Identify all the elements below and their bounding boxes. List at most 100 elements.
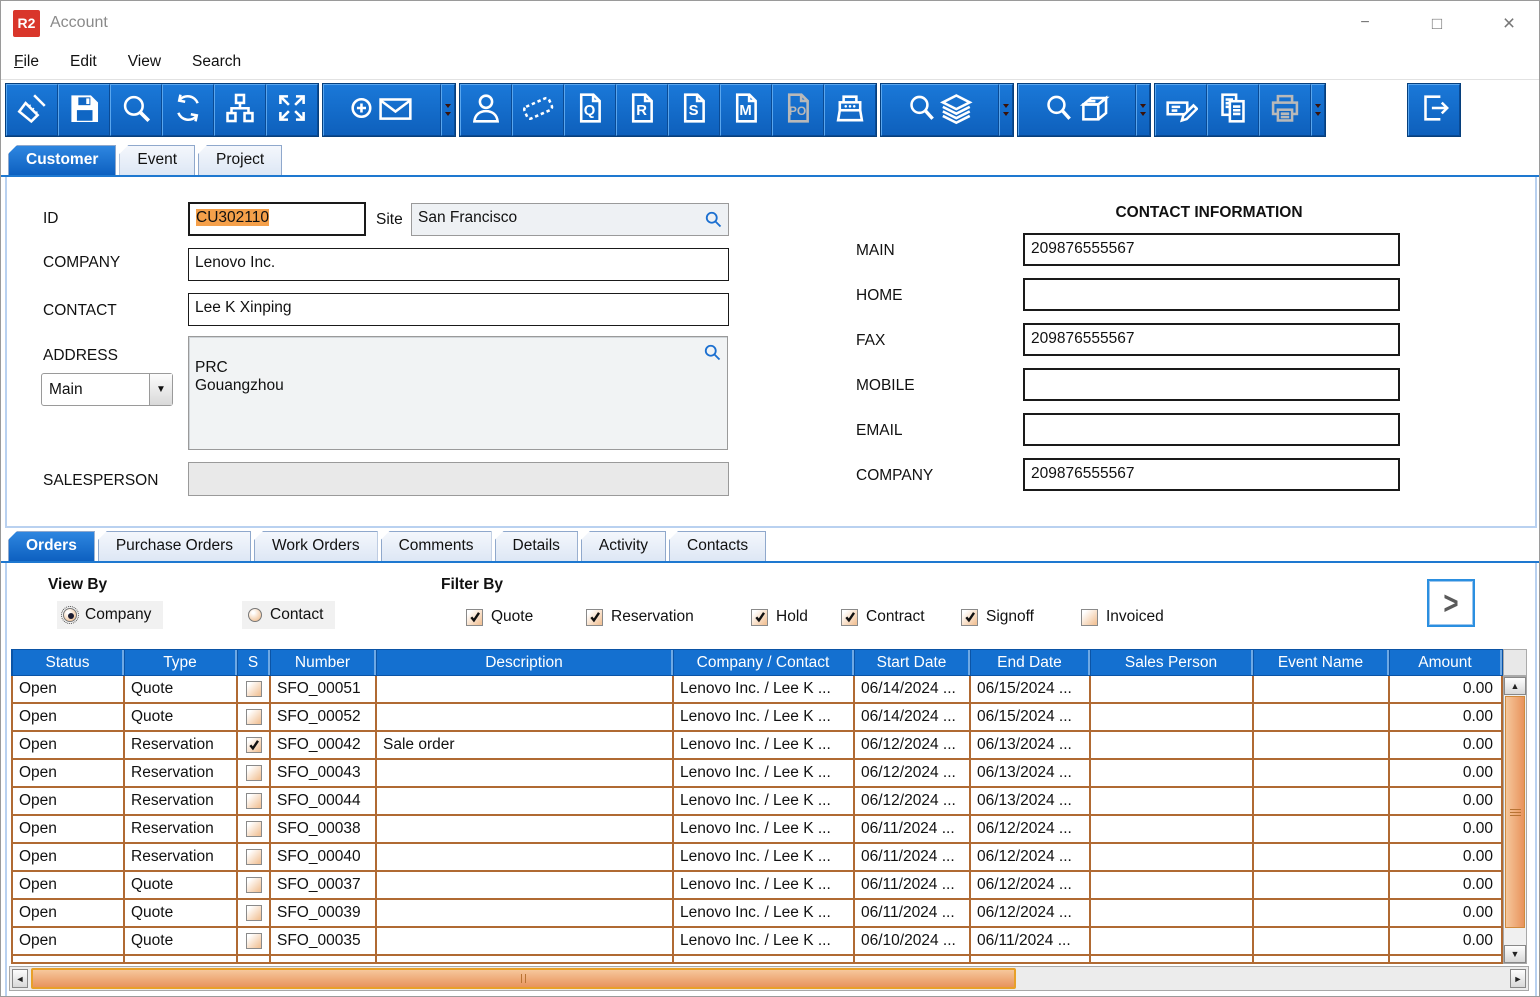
tab-event[interactable]: Event: [119, 145, 195, 175]
clean-button[interactable]: [6, 84, 58, 136]
subtab-details[interactable]: Details: [494, 531, 578, 561]
contact-input[interactable]: Lee K Xinping: [188, 293, 729, 326]
column-header-amount[interactable]: Amount: [1389, 650, 1502, 675]
menu-edit[interactable]: Edit: [70, 53, 97, 71]
company-input[interactable]: Lenovo Inc.: [188, 248, 729, 281]
scroll-left-button[interactable]: ◄: [12, 969, 28, 988]
mobile-input[interactable]: [1023, 368, 1400, 401]
fax-input[interactable]: 209876555567: [1023, 323, 1400, 356]
search-stock-button[interactable]: [881, 84, 999, 136]
company-phone-input[interactable]: 209876555567: [1023, 458, 1400, 491]
row-checkbox[interactable]: [245, 737, 262, 753]
table-row[interactable]: Open Quote SFO_00039 Lenovo Inc. / Lee K ..…: [13, 900, 1503, 928]
column-header-s[interactable]: S: [237, 650, 270, 675]
main-phone-input[interactable]: 209876555567: [1023, 233, 1400, 266]
site-search-icon[interactable]: [703, 209, 723, 229]
checkbox-icon[interactable]: [751, 608, 768, 626]
subtab-contacts[interactable]: Contacts: [669, 531, 767, 561]
customer-id-input[interactable]: CU302110: [188, 202, 366, 236]
scroll-down-button[interactable]: ▼: [1504, 945, 1526, 963]
checkbox-contract[interactable]: Contract: [841, 603, 925, 631]
column-header-type[interactable]: Type: [124, 650, 237, 675]
column-header-end-date[interactable]: End Date: [970, 650, 1090, 675]
checkbox-icon[interactable]: [961, 608, 978, 626]
checkbox-reservation[interactable]: Reservation: [586, 603, 694, 631]
menu-view[interactable]: View: [128, 53, 161, 71]
table-row[interactable]: Open Quote SFO_00035 Lenovo Inc. / Lee K ..…: [13, 928, 1503, 956]
menu-file[interactable]: File: [14, 53, 39, 71]
subtab-orders[interactable]: Orders: [8, 531, 95, 561]
table-row[interactable]: Open Quote SFO_00051 Lenovo Inc. / Lee K ..…: [13, 676, 1503, 704]
maximize-button[interactable]: □: [1421, 15, 1453, 32]
column-header-start-date[interactable]: Start Date: [854, 650, 970, 675]
row-checkbox[interactable]: [245, 765, 262, 781]
scroll-right-button[interactable]: ►: [1510, 969, 1526, 988]
checkbox-icon[interactable]: [466, 608, 483, 626]
subtab-purchase-orders[interactable]: Purchase Orders: [97, 531, 252, 561]
checkbox-hold[interactable]: Hold: [751, 603, 808, 631]
minimize-button[interactable]: −: [1349, 15, 1381, 31]
column-header-company-contact[interactable]: Company / Contact: [673, 650, 854, 675]
site-input[interactable]: San Francisco: [411, 203, 729, 236]
table-row[interactable]: Open Quote SFO_00052 Lenovo Inc. / Lee K ..…: [13, 704, 1503, 732]
exit-button[interactable]: [1408, 84, 1460, 136]
row-checkbox[interactable]: [245, 933, 262, 949]
checkbox-icon[interactable]: [586, 608, 603, 626]
column-header-description[interactable]: Description: [376, 650, 673, 675]
subtab-work-orders[interactable]: Work Orders: [254, 531, 378, 561]
vertical-scroll-thumb[interactable]: [1505, 696, 1525, 928]
copy-button[interactable]: [1207, 84, 1259, 136]
edit-button[interactable]: [1155, 84, 1207, 136]
table-row[interactable]: Open Reservation SFO_00038 Lenovo Inc. / Le…: [13, 816, 1503, 844]
chevron-down-icon[interactable]: ▼: [149, 374, 172, 405]
close-button[interactable]: ×: [1493, 13, 1525, 34]
address-type-select[interactable]: Main ▼: [41, 373, 173, 406]
ticket-button[interactable]: [512, 84, 564, 136]
email-input[interactable]: [1023, 413, 1400, 446]
save-button[interactable]: [58, 84, 110, 136]
row-checkbox[interactable]: [245, 821, 262, 837]
row-checkbox[interactable]: [245, 681, 262, 697]
address-textarea[interactable]: PRC Gouangzhou: [188, 336, 728, 450]
horizontal-scrollbar[interactable]: ◄ ►: [9, 966, 1529, 991]
row-checkbox[interactable]: [245, 849, 262, 865]
search-button[interactable]: [110, 84, 162, 136]
horizontal-scroll-thumb[interactable]: [31, 968, 1016, 989]
misc-document-button[interactable]: M: [720, 84, 772, 136]
checkbox-signoff[interactable]: Signoff: [961, 603, 1034, 631]
column-header-sales-person[interactable]: Sales Person: [1090, 650, 1253, 675]
toolbar-overflow-handle[interactable]: [441, 84, 455, 136]
sale-document-button[interactable]: S: [668, 84, 720, 136]
menu-search[interactable]: Search: [192, 53, 241, 71]
checkbox-icon[interactable]: [841, 608, 858, 626]
subtab-activity[interactable]: Activity: [580, 531, 666, 561]
column-header-number[interactable]: Number: [270, 650, 376, 675]
toolbar-overflow-handle[interactable]: [999, 84, 1013, 136]
toolbar-overflow-handle[interactable]: [1136, 84, 1150, 136]
print-button[interactable]: [1259, 84, 1311, 136]
reservation-document-button[interactable]: R: [616, 84, 668, 136]
table-row[interactable]: Open Reservation SFO_00043 Lenovo Inc. / Le…: [13, 760, 1503, 788]
new-mail-button[interactable]: [323, 84, 441, 136]
register-button[interactable]: [824, 84, 876, 136]
row-checkbox[interactable]: [245, 709, 262, 725]
next-page-button[interactable]: >: [1427, 579, 1475, 627]
column-header-event-name[interactable]: Event Name: [1253, 650, 1389, 675]
table-row[interactable]: Open Reservation SFO_00040 Lenovo Inc. / Le…: [13, 844, 1503, 872]
quote-document-button[interactable]: Q: [564, 84, 616, 136]
purchase-order-document-button[interactable]: PO: [772, 84, 824, 136]
table-row[interactable]: Open Reservation SFO_00042 Sale order Lenovo…: [13, 732, 1503, 760]
home-phone-input[interactable]: [1023, 278, 1400, 311]
row-checkbox[interactable]: [245, 905, 262, 921]
row-checkbox[interactable]: [245, 793, 262, 809]
checkbox-icon[interactable]: [1081, 608, 1098, 626]
expand-button[interactable]: [266, 84, 318, 136]
row-checkbox[interactable]: [245, 877, 262, 893]
checkbox-quote[interactable]: Quote: [466, 603, 533, 631]
toolbar-overflow-handle[interactable]: [1311, 84, 1325, 136]
radio-company[interactable]: Company: [57, 601, 164, 629]
table-row[interactable]: Open Quote SFO_00037 Lenovo Inc. / Lee K ..…: [13, 872, 1503, 900]
subtab-comments[interactable]: Comments: [380, 531, 492, 561]
vertical-scrollbar[interactable]: ▲ ▼: [1503, 676, 1527, 964]
radio-contact[interactable]: Contact: [242, 601, 336, 629]
